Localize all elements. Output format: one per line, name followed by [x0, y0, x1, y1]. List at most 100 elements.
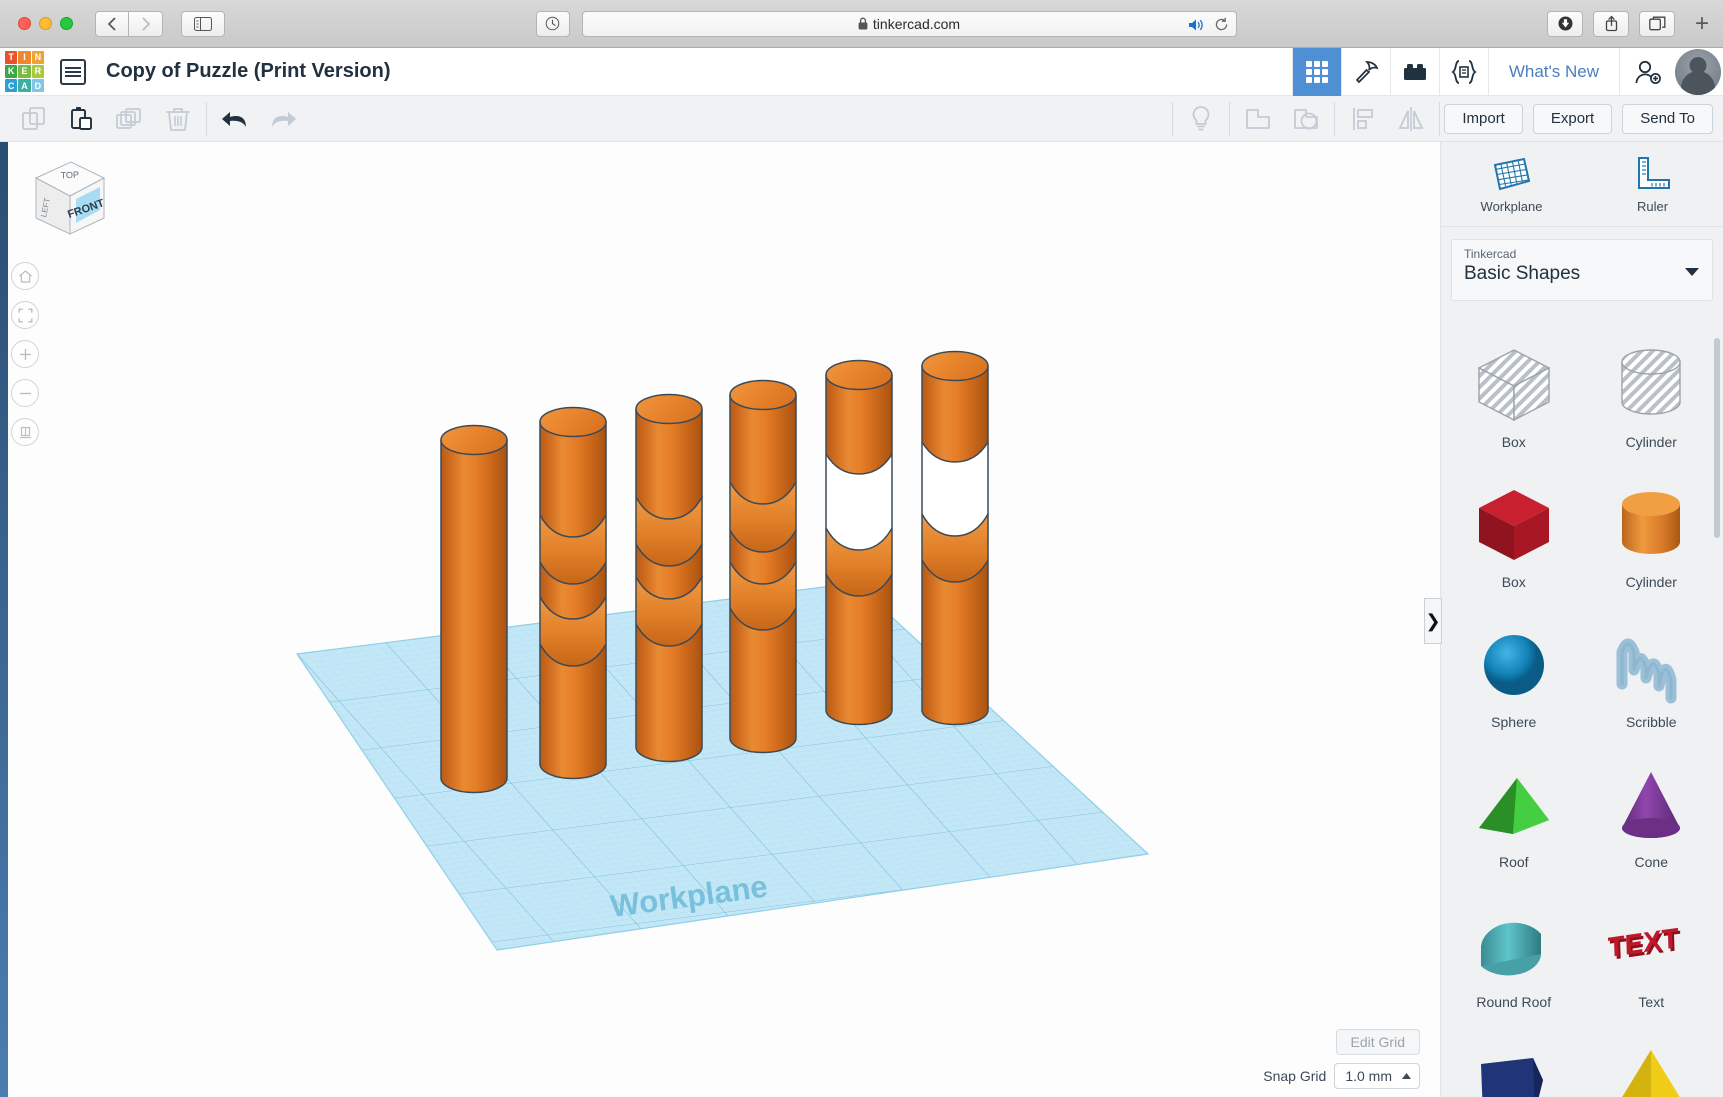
- shape-item-label: Cylinder: [1625, 574, 1677, 590]
- sphere-icon: [1471, 622, 1557, 708]
- shape-item-label: Roof: [1498, 854, 1529, 870]
- shape-item-cylinder-3[interactable]: Cylinder: [1583, 472, 1721, 612]
- close-window-button[interactable]: [18, 17, 31, 30]
- shape-item-label: Round Roof: [1476, 994, 1552, 1010]
- logo-tile-t: T: [5, 50, 18, 64]
- snap-grid-value: 1.0 mm: [1345, 1068, 1392, 1084]
- workplane-icon: [1493, 157, 1530, 190]
- undo-button[interactable]: [211, 96, 259, 142]
- snap-grid-select[interactable]: 1.0 mm: [1334, 1063, 1420, 1089]
- hole-box-icon: [1471, 342, 1557, 428]
- shape-item-cylinder-1[interactable]: Cylinder: [1583, 332, 1721, 472]
- delete-button[interactable]: [154, 96, 202, 142]
- shape-list: Box Cylinder Box Cylinder Sphere Scribble Roof…: [1441, 324, 1723, 1097]
- pyramid-icon: [1608, 1042, 1694, 1097]
- design-viewport[interactable]: TOP LEFT FRONT Workplane Edit Grid Snap …: [0, 142, 1440, 1097]
- align-button[interactable]: [1339, 96, 1387, 142]
- solid-cylinder-icon: [1608, 482, 1694, 568]
- lock-icon: [858, 17, 868, 30]
- minimize-window-button[interactable]: [39, 17, 52, 30]
- shape-item-box-0[interactable]: Box: [1445, 332, 1583, 472]
- whats-new-link[interactable]: What's New: [1487, 47, 1619, 96]
- shape-item-box-2[interactable]: Box: [1445, 472, 1583, 612]
- toolbar-divider: [206, 101, 207, 136]
- logo-tile-r: R: [31, 64, 44, 79]
- sidebar-icon[interactable]: [181, 10, 225, 37]
- collapse-panel-button[interactable]: ❯: [1424, 598, 1442, 644]
- shape-item-label: Box: [1501, 434, 1526, 450]
- solid-box-icon: [1471, 482, 1557, 568]
- shape-item-extra-11[interactable]: [1583, 1032, 1721, 1097]
- group-button[interactable]: [1234, 96, 1282, 142]
- logo-tile-a: A: [18, 79, 31, 93]
- tinkercad-logo[interactable]: TINKERCAD: [0, 48, 44, 96]
- shape-item-label: Box: [1501, 574, 1526, 590]
- new-tab-button[interactable]: +: [1681, 0, 1723, 47]
- app-header: TINKERCAD Copy of Puzzle (Print Version): [0, 47, 1723, 96]
- minecraft-pickaxe-icon[interactable]: [1340, 47, 1390, 96]
- ruler-tool[interactable]: Ruler: [1582, 142, 1723, 226]
- panel-tools-row: Workplane Ruler: [1441, 142, 1723, 227]
- shape-item-roof-6[interactable]: Roof: [1445, 752, 1583, 892]
- ruler-icon: [1637, 156, 1670, 189]
- library-name: Basic Shapes: [1464, 263, 1581, 284]
- show-tabs-icon[interactable]: [1639, 10, 1675, 37]
- address-bar[interactable]: tinkercad.com: [581, 10, 1237, 37]
- send-to-button[interactable]: Send To: [1622, 103, 1713, 134]
- shape-item-scribble-5[interactable]: Scribble: [1583, 612, 1721, 752]
- logo-tile-c: C: [5, 79, 18, 93]
- logo-tile-e: E: [18, 64, 31, 79]
- cylinder-2[interactable]: [539, 406, 607, 780]
- share-icon[interactable]: [1593, 10, 1629, 37]
- logo-tile-k: K: [5, 64, 18, 79]
- hamburger-list-icon[interactable]: [60, 58, 86, 85]
- forward-button[interactable]: [129, 10, 163, 37]
- shape-item-label: Text: [1638, 994, 1665, 1010]
- cylinder-4[interactable]: [729, 379, 797, 754]
- workplane-tool[interactable]: Workplane: [1441, 142, 1582, 226]
- mirror-button[interactable]: [1387, 96, 1435, 142]
- scribble-icon: [1608, 622, 1694, 708]
- workplane: [297, 583, 1148, 950]
- round-roof-icon: [1471, 902, 1557, 988]
- page-title: Copy of Puzzle (Print Version): [106, 60, 391, 82]
- duplicate-button[interactable]: [106, 96, 154, 142]
- roof-icon: [1471, 762, 1557, 848]
- ungroup-button[interactable]: [1282, 96, 1330, 142]
- shape-item-text-9[interactable]: TEXT TEXT Text: [1583, 892, 1721, 1032]
- back-button[interactable]: [95, 10, 129, 37]
- logo-tile-n: N: [31, 50, 44, 64]
- cylinder-1[interactable]: [440, 424, 508, 794]
- import-button[interactable]: Import: [1444, 103, 1523, 134]
- chevron-down-icon: [1685, 268, 1699, 276]
- history-clock-icon[interactable]: [535, 10, 570, 37]
- cylinder-6[interactable]: [921, 350, 989, 726]
- paste-button[interactable]: [58, 96, 106, 142]
- export-button[interactable]: Export: [1532, 103, 1613, 134]
- shape-item-extra-10[interactable]: [1445, 1032, 1583, 1097]
- lego-brick-icon[interactable]: [1389, 47, 1439, 96]
- shape-item-sphere-4[interactable]: Sphere: [1445, 612, 1583, 752]
- add-person-icon[interactable]: [1619, 47, 1675, 96]
- codeblocks-icon[interactable]: [1438, 47, 1488, 96]
- window-traffic-lights: [18, 17, 73, 30]
- chevron-up-icon: [1402, 1072, 1411, 1079]
- panel-scrollbar[interactable]: [1714, 338, 1720, 538]
- shape-library-select[interactable]: Tinkercad Basic Shapes: [1451, 239, 1713, 301]
- edit-grid-button[interactable]: Edit Grid: [1335, 1029, 1420, 1055]
- redo-button[interactable]: [259, 96, 307, 142]
- copy-button[interactable]: [10, 96, 58, 142]
- maximize-window-button[interactable]: [60, 17, 73, 30]
- shape-item-round-roof-8[interactable]: Round Roof: [1445, 892, 1583, 1032]
- download-icon[interactable]: [1547, 10, 1583, 37]
- logo-tile-d: D: [31, 79, 44, 93]
- shape-item-cone-7[interactable]: Cone: [1583, 752, 1721, 892]
- scene-3d[interactable]: Workplane: [0, 142, 1440, 1097]
- avatar[interactable]: [1675, 48, 1721, 95]
- cylinder-5[interactable]: [825, 359, 893, 726]
- grid-3d-designs-icon[interactable]: [1291, 47, 1341, 96]
- hide-show-button[interactable]: [1177, 96, 1225, 142]
- shape-item-label: Cylinder: [1625, 434, 1677, 450]
- cylinder-3[interactable]: [635, 393, 703, 763]
- hole-cylinder-icon: [1608, 342, 1694, 428]
